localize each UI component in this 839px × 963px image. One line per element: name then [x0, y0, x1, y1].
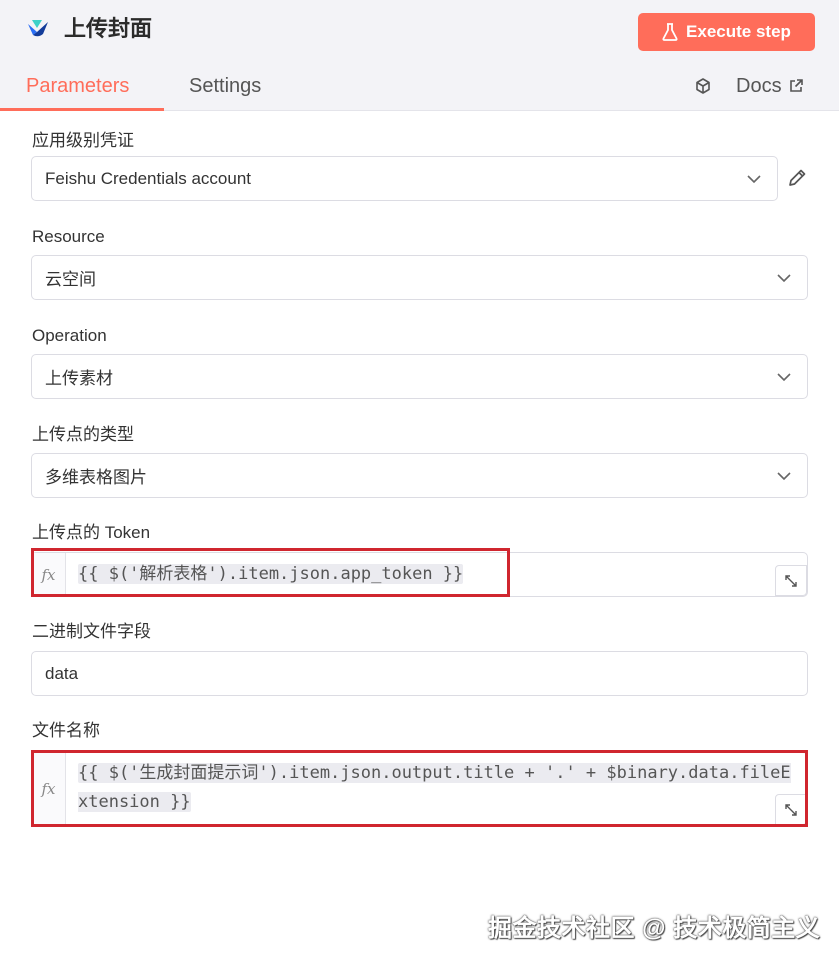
chevron-down-icon: [747, 175, 761, 184]
upload-type-select[interactable]: 多维表格图片: [31, 453, 808, 498]
active-tab-indicator: [0, 108, 164, 111]
execute-step-button[interactable]: Execute step: [638, 13, 815, 51]
resource-value: 云空间: [45, 270, 96, 289]
chevron-down-icon: [777, 472, 791, 481]
file-name-expression-input[interactable]: fx {{ $('生成封面提示词').item.json.output.titl…: [31, 752, 808, 826]
chevron-down-icon: [777, 373, 791, 382]
edit-pencil-icon[interactable]: [786, 167, 808, 189]
feishu-logo-icon: [28, 20, 48, 37]
operation-select[interactable]: 上传素材: [31, 354, 808, 399]
resource-select[interactable]: 云空间: [31, 255, 808, 300]
cube-icon[interactable]: [694, 77, 712, 95]
node-title: 上传封面: [64, 16, 153, 41]
node-header: 上传封面 Execute step Parameters Settings Do…: [0, 0, 839, 111]
flask-icon: [662, 23, 678, 41]
execute-step-label: Execute step: [686, 22, 791, 41]
upload-type-value: 多维表格图片: [45, 468, 147, 487]
file-name-label: 文件名称: [32, 721, 100, 740]
binary-field-label: 二进制文件字段: [32, 622, 151, 641]
credential-label: 应用级别凭证: [32, 131, 134, 150]
file-name-expression-text: {{ $('生成封面提示词').item.json.output.title +…: [78, 763, 791, 812]
watermark: 掘金技术社区 @ 技术极简主义: [488, 915, 821, 942]
expand-icon: [785, 803, 797, 816]
upload-type-label: 上传点的类型: [32, 425, 134, 444]
token-label: 上传点的 Token: [32, 523, 151, 542]
resource-label: Resource: [32, 227, 105, 246]
binary-field-input[interactable]: data: [31, 651, 808, 696]
docs-link[interactable]: Docs: [736, 72, 804, 100]
token-expression-input[interactable]: fx {{ $('解析表格').item.json.app_token }}: [31, 552, 808, 597]
credential-select[interactable]: Feishu Credentials account: [31, 156, 778, 201]
fx-icon: fx: [32, 553, 66, 596]
chevron-down-icon: [777, 274, 791, 283]
token-expression-text: {{ $('解析表格').item.json.app_token }}: [78, 564, 464, 584]
expand-editor-button[interactable]: [775, 794, 807, 825]
expand-icon: [785, 574, 797, 587]
credential-value: Feishu Credentials account: [45, 168, 252, 188]
binary-field-value: data: [45, 663, 79, 683]
expand-editor-button[interactable]: [775, 565, 807, 596]
operation-label: Operation: [32, 326, 107, 345]
tab-parameters[interactable]: Parameters: [26, 72, 129, 100]
external-link-icon: [789, 79, 803, 92]
docs-label: Docs: [736, 75, 782, 97]
tab-settings[interactable]: Settings: [189, 72, 261, 100]
operation-value: 上传素材: [45, 369, 113, 388]
fx-icon: fx: [32, 753, 66, 825]
